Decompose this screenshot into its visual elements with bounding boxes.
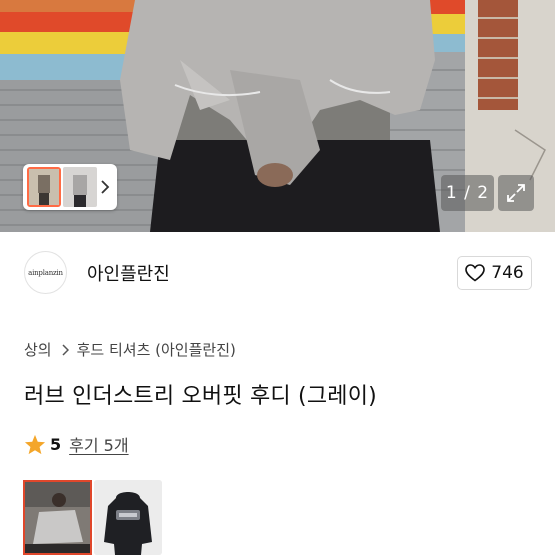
image-thumbnail-strip[interactable] <box>23 164 117 210</box>
rating-row: 5 후기 5개 <box>24 432 129 456</box>
fullscreen-button[interactable] <box>498 175 534 211</box>
image-pager: 1 / 2 <box>441 175 494 211</box>
breadcrumb: 상의 후드 티셔츠 (아인플란진) <box>24 339 236 360</box>
store-info[interactable]: ainplanzin 아인플란진 <box>24 251 170 294</box>
store-name[interactable]: 아인플란진 <box>87 260 170 286</box>
thumbnail-2[interactable] <box>63 167 97 207</box>
store-logo[interactable]: ainplanzin <box>24 251 67 294</box>
heart-icon <box>465 264 486 282</box>
like-button[interactable]: 746 <box>457 256 532 290</box>
chevron-right-icon <box>101 180 110 194</box>
thumbnail-1[interactable] <box>27 167 61 207</box>
chevron-right-icon <box>61 343 69 356</box>
expand-icon <box>507 184 525 202</box>
detail-image-2[interactable] <box>94 480 162 555</box>
store-logo-text: ainplanzin <box>28 268 63 277</box>
detail-image-1[interactable] <box>23 480 92 555</box>
review-link[interactable]: 후기 5개 <box>69 432 128 456</box>
star-icon <box>24 434 46 454</box>
next-thumbnail-button[interactable] <box>97 167 113 207</box>
product-title: 러브 인더스트리 오버핏 후디 (그레이) <box>24 384 377 409</box>
product-main-image[interactable]: 1 / 2 <box>0 0 555 232</box>
like-count: 746 <box>491 263 524 283</box>
breadcrumb-subcategory[interactable]: 후드 티셔츠 (아인플란진) <box>77 339 236 360</box>
breadcrumb-category[interactable]: 상의 <box>24 339 52 360</box>
rating-score: 5 <box>50 434 62 454</box>
pager-text: 1 / 2 <box>445 183 490 203</box>
